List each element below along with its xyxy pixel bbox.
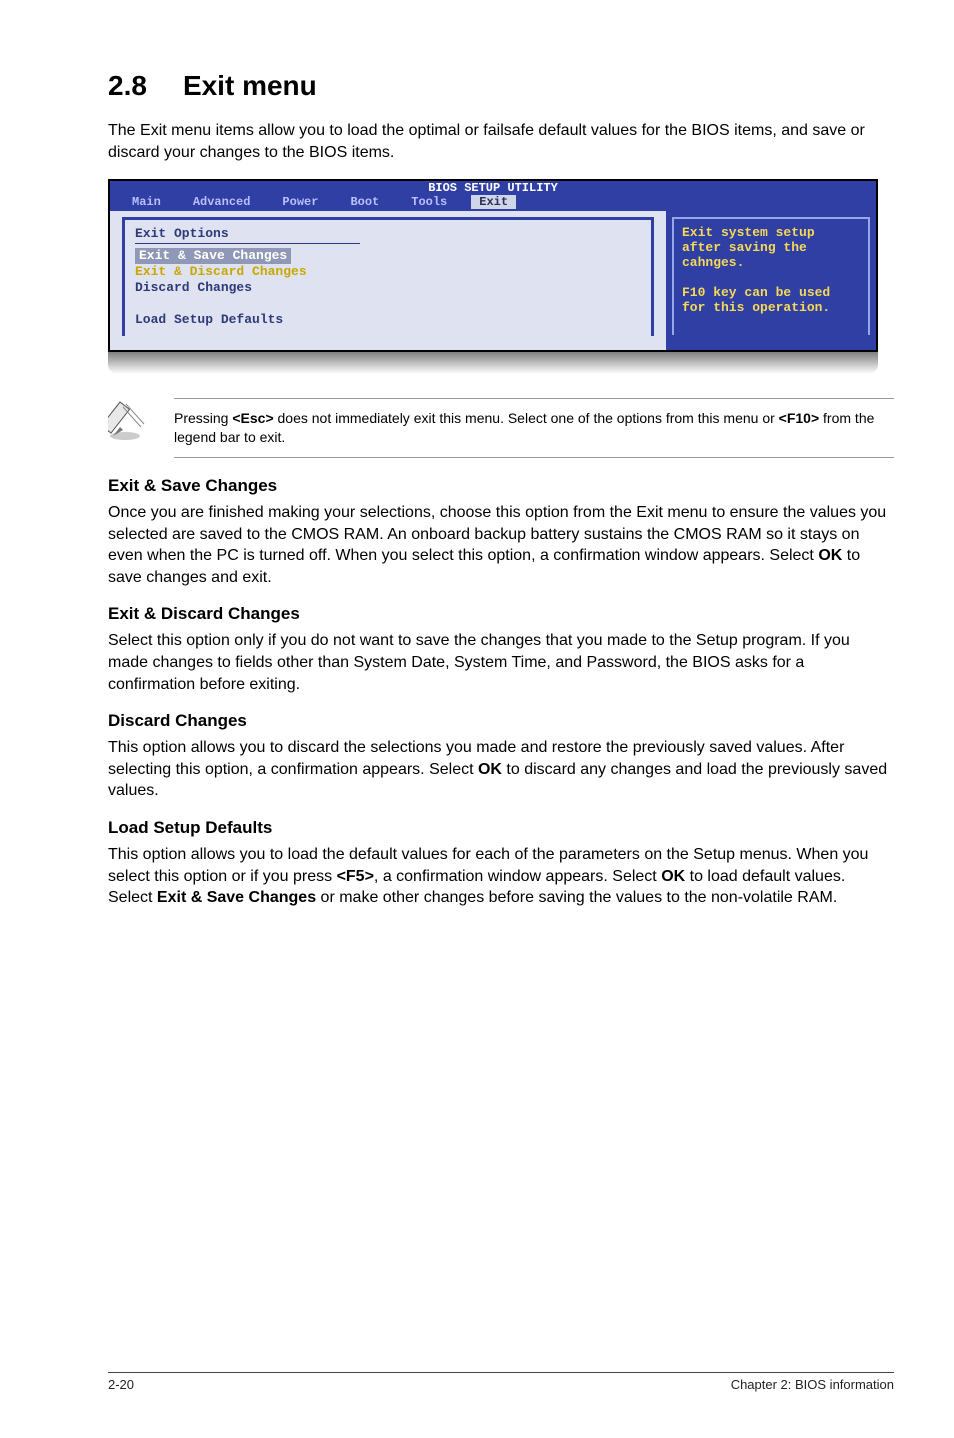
subheading-exit-save: Exit & Save Changes bbox=[108, 476, 894, 496]
bios-setup-box: BIOS SETUP UTILITY Main Advanced Power B… bbox=[108, 179, 878, 352]
bios-tab-exit[interactable]: Exit bbox=[471, 195, 516, 209]
bios-right-pane: Exit system setup after saving the cahng… bbox=[666, 211, 876, 350]
note-part: Pressing bbox=[174, 410, 232, 426]
page-footer: 2-20 Chapter 2: BIOS information bbox=[0, 1372, 954, 1392]
bios-help-line: F10 key can be used bbox=[682, 285, 860, 300]
bios-item-blank bbox=[135, 296, 641, 312]
bold-ok: OK bbox=[818, 547, 842, 564]
note-callout: Pressing <Esc> does not immediately exit… bbox=[108, 398, 894, 458]
bios-tab-power[interactable]: Power bbox=[266, 195, 334, 209]
bios-tab-boot[interactable]: Boot bbox=[334, 195, 395, 209]
bold-ok: OK bbox=[661, 868, 685, 885]
bios-tab-advanced[interactable]: Advanced bbox=[177, 195, 267, 209]
bios-help-line bbox=[682, 270, 860, 285]
footer-rule bbox=[108, 1372, 894, 1373]
footer-page-number: 2-20 bbox=[108, 1377, 134, 1392]
section-number: 2.8 bbox=[108, 70, 147, 102]
footer-chapter: Chapter 2: BIOS information bbox=[731, 1377, 894, 1392]
bios-title: BIOS SETUP UTILITY bbox=[110, 181, 876, 195]
text-run: , a confirmation window appears. Select bbox=[374, 868, 661, 885]
text-run: or make other changes before saving the … bbox=[316, 889, 837, 906]
subheading-discard: Discard Changes bbox=[108, 711, 894, 731]
paragraph: This option allows you to load the defau… bbox=[108, 844, 894, 909]
pencil-icon bbox=[108, 396, 154, 447]
bios-tab-tools[interactable]: Tools bbox=[395, 195, 463, 209]
bios-help-line: after saving the bbox=[682, 240, 860, 255]
bios-item-exit-save[interactable]: Exit & Save Changes bbox=[135, 248, 291, 264]
bios-exit-rule bbox=[135, 243, 360, 244]
subheading-exit-discard: Exit & Discard Changes bbox=[108, 604, 894, 624]
bios-item-load-defaults[interactable]: Load Setup Defaults bbox=[135, 312, 641, 328]
subheading-load-defaults: Load Setup Defaults bbox=[108, 818, 894, 838]
note-part: does not immediately exit this menu. Sel… bbox=[274, 410, 779, 426]
bios-shadow bbox=[108, 350, 878, 374]
bios-menubar: Main Advanced Power Boot Tools Exit bbox=[110, 195, 876, 211]
bios-left-pane: Exit Options Exit & Save Changes Exit & … bbox=[110, 211, 666, 350]
intro-paragraph: The Exit menu items allow you to load th… bbox=[108, 120, 894, 163]
bios-help-line: for this operation. bbox=[682, 300, 860, 315]
note-key-esc: <Esc> bbox=[232, 410, 273, 426]
page-heading: 2.8 Exit menu bbox=[108, 70, 894, 102]
section-title: Exit menu bbox=[183, 70, 317, 101]
paragraph: Once you are finished making your select… bbox=[108, 502, 894, 588]
bold-ok: OK bbox=[478, 761, 502, 778]
bold-exit-save: Exit & Save Changes bbox=[157, 889, 316, 906]
bios-tab-main[interactable]: Main bbox=[110, 195, 177, 209]
bios-help-line: cahnges. bbox=[682, 255, 860, 270]
bios-help-line: Exit system setup bbox=[682, 225, 860, 240]
paragraph: Select this option only if you do not wa… bbox=[108, 630, 894, 695]
note-key-f10: <F10> bbox=[779, 410, 819, 426]
text-run: Select this option only if you do not wa… bbox=[108, 632, 850, 692]
note-text: Pressing <Esc> does not immediately exit… bbox=[174, 398, 894, 458]
bios-item-exit-discard[interactable]: Exit & Discard Changes bbox=[135, 264, 641, 280]
text-run: Once you are finished making your select… bbox=[108, 504, 886, 564]
bios-exit-options-heading: Exit Options bbox=[135, 226, 641, 241]
bios-item-discard[interactable]: Discard Changes bbox=[135, 280, 641, 296]
bold-f5: <F5> bbox=[337, 868, 374, 885]
paragraph: This option allows you to discard the se… bbox=[108, 737, 894, 802]
bios-body: Exit Options Exit & Save Changes Exit & … bbox=[110, 211, 876, 350]
